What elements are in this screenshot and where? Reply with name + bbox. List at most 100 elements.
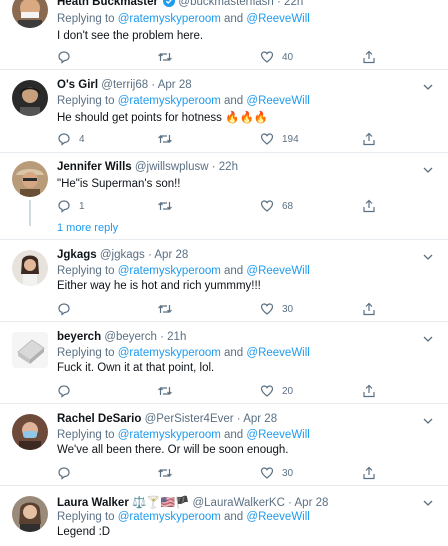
avatar[interactable]: [12, 332, 48, 368]
more-caret-icon[interactable]: [422, 334, 434, 344]
user-name[interactable]: Laura Walker: [57, 497, 129, 509]
share-button[interactable]: [362, 301, 376, 317]
user-handle[interactable]: @PerSister4Ever: [145, 413, 234, 425]
retweet-icon: [158, 135, 172, 143]
timestamp[interactable]: Apr 28: [158, 79, 192, 91]
dot-separator: ·: [160, 331, 164, 343]
timestamp[interactable]: 22h: [219, 161, 238, 173]
tweet-header: Laura Walker ⚖️🍸🇺🇸🏴 @LauraWalkerKC · Apr…: [57, 495, 418, 512]
retweet-button[interactable]: [157, 465, 173, 481]
like-button[interactable]: 194: [260, 131, 299, 147]
tweet-item[interactable]: beyerch @beyerch · 21h Replying to @rate…: [0, 322, 448, 404]
retweet-icon: [158, 387, 172, 395]
mention-link[interactable]: @ReeveWill: [246, 13, 309, 25]
replying-to: Replying to @ratemyskyperoom and @ReeveW…: [57, 95, 310, 107]
more-caret-icon[interactable]: [422, 165, 434, 175]
like-button[interactable]: 20: [260, 383, 293, 399]
user-handle[interactable]: @jgkags: [100, 249, 145, 261]
reply-button[interactable]: [57, 49, 79, 65]
avatar[interactable]: [12, 414, 48, 450]
avatar[interactable]: [12, 0, 48, 28]
share-button[interactable]: [362, 49, 376, 65]
user-name[interactable]: beyerch: [57, 331, 101, 343]
tweet-header: Rachel DeSario @PerSister4Ever · Apr 28: [57, 413, 418, 430]
reply-button[interactable]: [57, 383, 79, 399]
more-caret-icon[interactable]: [422, 498, 434, 508]
mention-link[interactable]: @ReeveWill: [246, 95, 309, 107]
more-caret-icon[interactable]: [422, 416, 434, 426]
mention-link[interactable]: @ReeveWill: [246, 347, 309, 359]
timestamp[interactable]: Apr 28: [154, 249, 188, 261]
timestamp[interactable]: 22h: [284, 0, 303, 8]
timestamp[interactable]: 21h: [167, 331, 186, 343]
replying-to: Replying to @ratemyskyperoom and @ReeveW…: [57, 347, 310, 359]
avatar[interactable]: [12, 80, 48, 116]
mention-link[interactable]: @ratemyskyperoom: [118, 95, 221, 107]
share-button[interactable]: [362, 131, 376, 147]
and-word: and: [224, 511, 244, 523]
retweet-button[interactable]: [157, 131, 173, 147]
user-name[interactable]: Jgkags: [57, 249, 97, 261]
mention-link[interactable]: @ratemyskyperoom: [118, 429, 221, 441]
tweet-actions: 30: [57, 465, 387, 481]
reply-icon: [58, 133, 70, 146]
retweet-icon: [158, 305, 172, 313]
timestamp[interactable]: Apr 28: [243, 413, 277, 425]
share-button[interactable]: [362, 198, 376, 214]
more-caret-icon[interactable]: [422, 252, 434, 262]
tweet-header: O's Girl @terrij68 · Apr 28: [57, 79, 418, 96]
tweet-item[interactable]: Heath Buckmaster @buckmasterflash · 22h …: [0, 0, 448, 70]
retweet-button[interactable]: [157, 301, 173, 317]
user-handle[interactable]: @jwillswplusw: [135, 161, 209, 173]
user-handle[interactable]: @buckmasterflash: [178, 0, 273, 8]
reply-button[interactable]: [57, 301, 79, 317]
user-handle[interactable]: @LauraWalkerKC: [192, 497, 284, 509]
dot-separator: ·: [277, 0, 281, 8]
mention-link[interactable]: @ratemyskyperoom: [118, 511, 221, 523]
and-word: and: [224, 265, 244, 277]
avatar[interactable]: [12, 496, 48, 532]
more-caret-icon[interactable]: [422, 82, 434, 92]
user-handle[interactable]: @terrij68: [101, 79, 148, 91]
user-name[interactable]: Rachel DeSario: [57, 413, 141, 425]
reply-button[interactable]: 4: [57, 131, 85, 147]
mention-link[interactable]: @ratemyskyperoom: [118, 347, 221, 359]
reply-button[interactable]: 1: [57, 198, 85, 214]
share-button[interactable]: [362, 383, 376, 399]
avatar[interactable]: [12, 161, 48, 197]
user-name[interactable]: Jennifer Wills: [57, 161, 132, 173]
show-more-replies-link[interactable]: 1 more reply: [57, 222, 118, 234]
tweet-actions: 30: [57, 301, 387, 317]
retweet-button[interactable]: [157, 49, 173, 65]
tweet-item[interactable]: Laura Walker ⚖️🍸🇺🇸🏴 @LauraWalkerKC · Apr…: [0, 486, 448, 546]
like-count: 30: [282, 303, 294, 315]
mention-link[interactable]: @ReeveWill: [246, 265, 309, 277]
dot-separator: ·: [236, 413, 241, 425]
mention-link[interactable]: @ratemyskyperoom: [118, 13, 221, 25]
like-button[interactable]: 30: [260, 301, 293, 317]
retweet-button[interactable]: [157, 383, 173, 399]
reply-button[interactable]: [57, 465, 79, 481]
user-name[interactable]: O's Girl: [57, 79, 98, 91]
tweet-item[interactable]: O's Girl @terrij68 · Apr 28 Replying to …: [0, 70, 448, 153]
mention-link[interactable]: @ReeveWill: [246, 429, 309, 441]
tweet-item[interactable]: Jennifer Wills @jwillswplusw · 22h "He"i…: [0, 153, 448, 240]
reply-icon: [58, 303, 70, 316]
mention-link[interactable]: @ReeveWill: [246, 511, 309, 523]
replying-prefix: Replying to: [57, 265, 115, 277]
tweet-item[interactable]: Jgkags @jgkags · Apr 28 Replying to @rat…: [0, 240, 448, 322]
share-icon: [363, 302, 375, 316]
timestamp[interactable]: Apr 28: [295, 497, 329, 509]
like-button[interactable]: 68: [260, 198, 293, 214]
user-name[interactable]: Heath Buckmaster: [57, 0, 158, 8]
like-button[interactable]: 40: [260, 49, 293, 65]
retweet-button[interactable]: [157, 198, 173, 214]
avatar[interactable]: [12, 250, 48, 286]
retweet-icon: [158, 202, 172, 210]
like-button[interactable]: 30: [260, 465, 293, 481]
user-handle[interactable]: @beyerch: [104, 331, 157, 343]
mention-link[interactable]: @ratemyskyperoom: [118, 265, 221, 277]
tweet-item[interactable]: Rachel DeSario @PerSister4Ever · Apr 28 …: [0, 404, 448, 486]
share-button[interactable]: [362, 465, 376, 481]
share-icon: [363, 384, 375, 398]
